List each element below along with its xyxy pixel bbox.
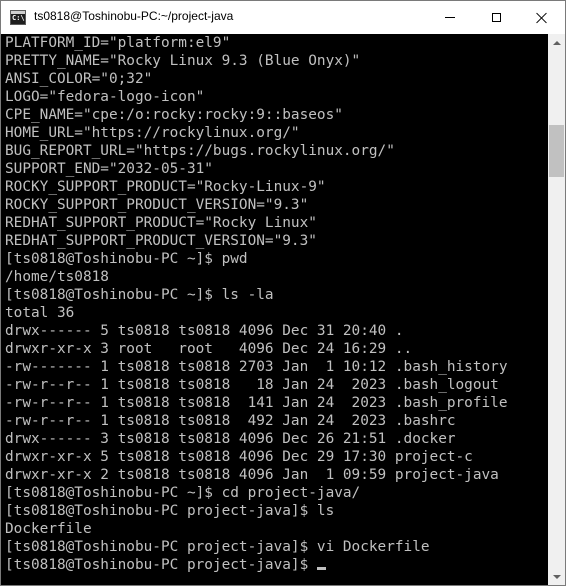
scroll-down-button[interactable] (548, 568, 565, 585)
terminal-line: [ts0818@Toshinobu-PC ~]$ pwd (5, 251, 248, 267)
terminal-line: REDHAT_SUPPORT_PRODUCT="Rocky Linux" (5, 215, 317, 231)
window-title: ts0818@Toshinobu-PC:~/project-java (34, 9, 234, 23)
close-icon (536, 12, 548, 24)
terminal-line: /home/ts0818 (5, 269, 109, 285)
close-button[interactable] (519, 1, 565, 34)
terminal-line: drwxr-xr-x 5 ts0818 ts0818 4096 Dec 29 1… (5, 449, 473, 465)
scroll-down-arrow-icon (552, 574, 561, 579)
terminal-line: drwx------ 3 ts0818 ts0818 4096 Dec 26 2… (5, 431, 456, 447)
terminal-line: [ts0818@Toshinobu-PC project-java]$ ls (5, 503, 335, 519)
vertical-scrollbar[interactable] (548, 34, 565, 585)
minimize-button[interactable] (427, 1, 473, 34)
terminal-line: [ts0818@Toshinobu-PC ~]$ cd project-java… (5, 485, 361, 501)
title-bar[interactable]: C:\ ts0818@Toshinobu-PC:~/project-java (1, 1, 565, 34)
terminal-line: -rw-r--r-- 1 ts0818 ts0818 141 Jan 24 20… (5, 395, 508, 411)
terminal-line: PRETTY_NAME="Rocky Linux 9.3 (Blue Onyx)… (5, 53, 361, 69)
terminal-line: drwxr-xr-x 3 root root 4096 Dec 24 16:29… (5, 341, 413, 357)
terminal-line: -rw-r--r-- 1 ts0818 ts0818 492 Jan 24 20… (5, 413, 456, 429)
terminal-line: ROCKY_SUPPORT_PRODUCT="Rocky-Linux-9" (5, 179, 326, 195)
terminal-line: Dockerfile (5, 521, 92, 537)
terminal-line: [ts0818@Toshinobu-PC project-java]$ vi D… (5, 539, 430, 555)
terminal-line: LOGO="fedora-logo-icon" (5, 89, 205, 105)
terminal-line: ANSI_COLOR="0;32" (5, 71, 153, 87)
scrollbar-thumb[interactable] (549, 125, 564, 178)
terminal-line: total 36 (5, 305, 75, 321)
terminal-line: PLATFORM_ID="platform:el9" (5, 35, 231, 51)
terminal-line: -rw-r--r-- 1 ts0818 ts0818 18 Jan 24 202… (5, 377, 499, 393)
maximize-button[interactable] (473, 1, 519, 34)
terminal-line: -rw------- 1 ts0818 ts0818 2703 Jan 1 10… (5, 359, 508, 375)
terminal-line: SUPPORT_END="2032-05-31" (5, 161, 213, 177)
terminal-line: drwx------ 5 ts0818 ts0818 4096 Dec 31 2… (5, 323, 404, 339)
terminal-window: C:\ ts0818@Toshinobu-PC:~/project-java P… (0, 0, 566, 586)
terminal-line: BUG_REPORT_URL="https://bugs.rockylinux.… (5, 143, 395, 159)
terminal-line: ROCKY_SUPPORT_PRODUCT_VERSION="9.3" (5, 197, 309, 213)
scroll-up-button[interactable] (548, 34, 565, 51)
terminal-line: [ts0818@Toshinobu-PC ~]$ ls -la (5, 287, 274, 303)
console-app-icon[interactable]: C:\ (10, 10, 26, 25)
terminal-line: REDHAT_SUPPORT_PRODUCT_VERSION="9.3" (5, 233, 317, 249)
minimize-icon (445, 17, 455, 18)
terminal-console[interactable]: PLATFORM_ID="platform:el9" PRETTY_NAME="R… (1, 34, 548, 585)
terminal-line: [ts0818@Toshinobu-PC project-java]$ (5, 556, 508, 574)
app-icon-glyph: C:\ (12, 14, 25, 22)
terminal-line: drwxr-xr-x 2 ts0818 ts0818 4096 Jan 1 09… (5, 467, 499, 483)
terminal-output: PLATFORM_ID="platform:el9" PRETTY_NAME="R… (5, 34, 508, 574)
terminal-line: HOME_URL="https://rockylinux.org/" (5, 125, 300, 141)
terminal-line: CPE_NAME="cpe:/o:rocky:rocky:9::baseos" (5, 107, 343, 123)
text-cursor (316, 567, 326, 570)
scroll-up-arrow-icon (552, 40, 561, 45)
maximize-icon (491, 13, 501, 22)
